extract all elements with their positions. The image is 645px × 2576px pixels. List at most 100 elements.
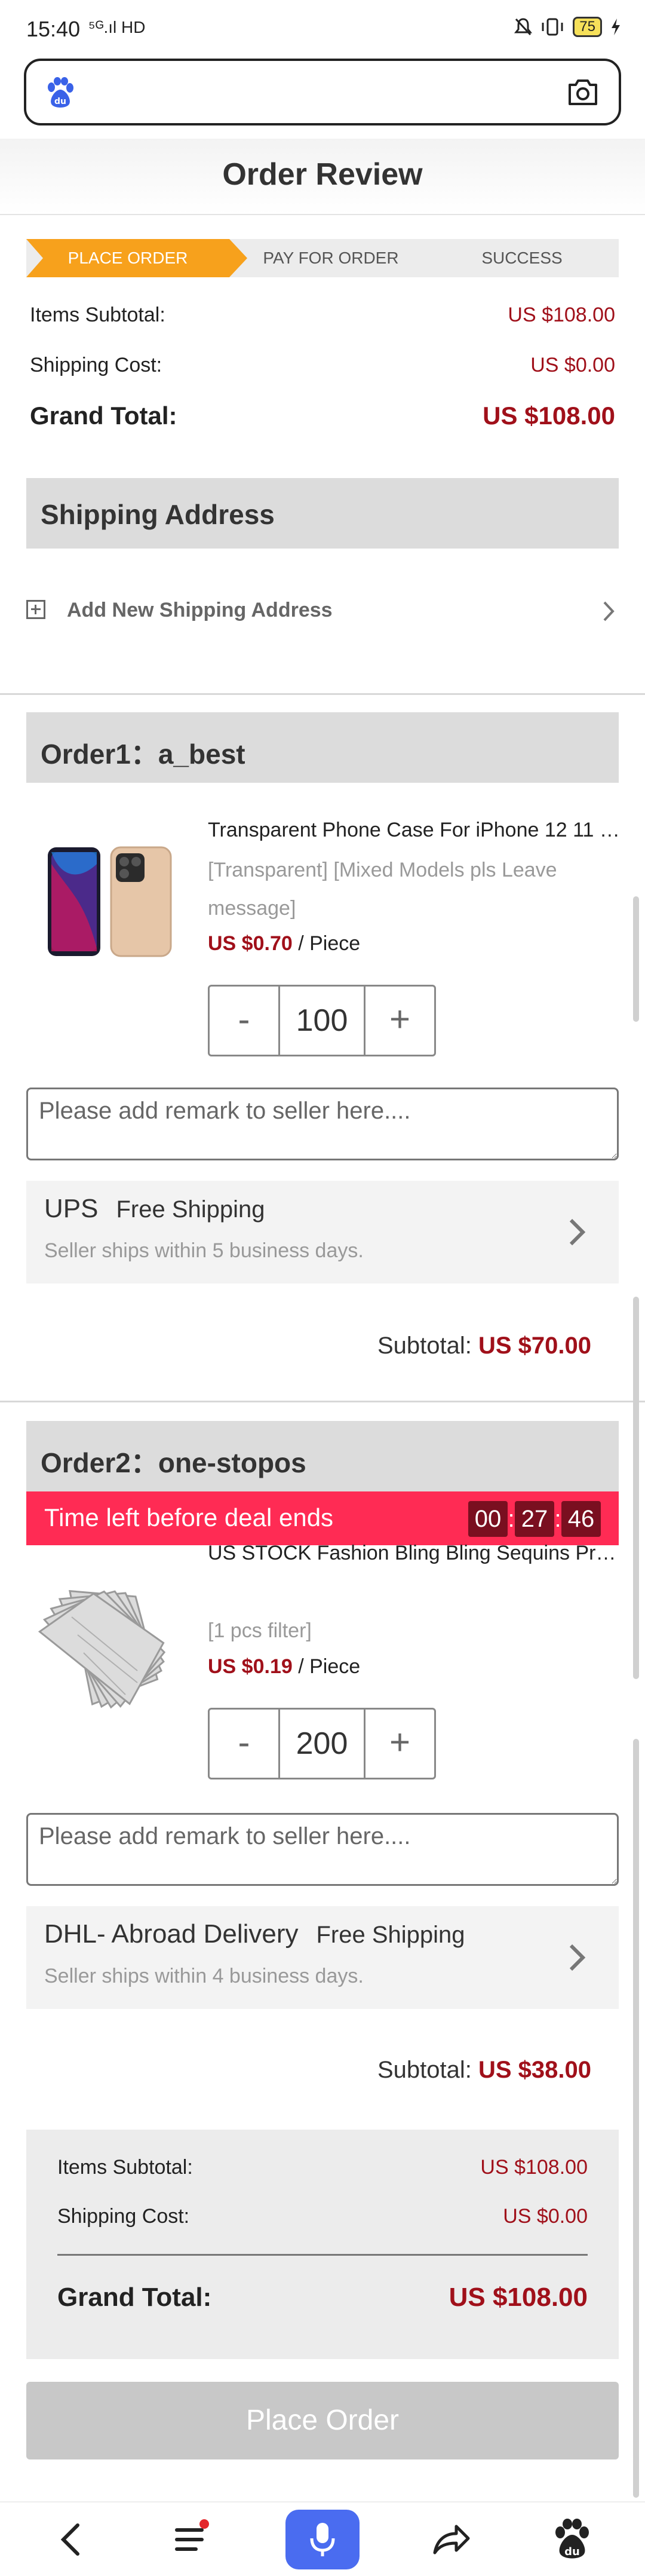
order2-subtotal: Subtotal: US $38.00 [377, 2057, 591, 2084]
order2-carrier-name: DHL- Abroad Delivery [44, 1919, 299, 1949]
items-subtotal-label: Items Subtotal: [30, 304, 165, 326]
deal-timer: 00 : 27 : 46 [468, 1501, 601, 1537]
order1-product-price: US $0.70 / Piece [208, 932, 360, 955]
order1-qty-minus-button[interactable]: - [210, 987, 280, 1055]
order2-quantity-stepper: - 200 + [208, 1708, 436, 1779]
voice-search-button[interactable] [285, 2510, 360, 2569]
step-success: SUCCESS [481, 249, 563, 267]
items-subtotal-row: Items Subtotal: US $108.00 [30, 304, 615, 327]
svg-text:du: du [54, 97, 66, 106]
order1-qty-plus-button[interactable]: + [364, 987, 434, 1055]
step-pay-for-order: PAY FOR ORDER [263, 249, 399, 267]
grand-total-row: Grand Total: US $108.00 [30, 402, 615, 430]
back-icon[interactable] [48, 2516, 96, 2563]
order2-qty-value[interactable]: 200 [280, 1710, 364, 1778]
order1-subtotal-label: Subtotal: [377, 1333, 478, 1359]
camera-icon[interactable] [566, 78, 600, 108]
order2-ship-days: Seller ships within 4 business days. [44, 1965, 364, 1987]
order1-carrier-name: UPS [44, 1194, 99, 1223]
baidu-home-icon[interactable]: du [548, 2516, 596, 2563]
order1-subtotal-value: US $70.00 [478, 1333, 591, 1359]
order1-qty-value[interactable]: 100 [280, 987, 364, 1055]
timer-hours: 00 [468, 1501, 508, 1537]
share-icon[interactable] [426, 2516, 474, 2563]
page-header: Order Review [0, 139, 645, 215]
svg-text:du: du [564, 2546, 580, 2558]
order1-shipping-type: Free Shipping [116, 1196, 265, 1223]
chevron-right-icon [603, 601, 615, 621]
order1-quantity-stepper: - 100 + [208, 985, 436, 1056]
order2-carrier: DHL- Abroad Delivery Free Shipping [44, 1919, 465, 1949]
vibrate-icon [542, 18, 563, 36]
scrollbar-thumb[interactable] [633, 896, 639, 1022]
status-icons: 75 [514, 17, 621, 37]
order1-subtotal: Subtotal: US $70.00 [377, 1333, 591, 1359]
order2-price-value: US $0.19 [208, 1655, 293, 1678]
shipping-address-title: Shipping Address [41, 499, 275, 530]
summary-divider [57, 2254, 588, 2256]
order1-price-unit: / Piece [292, 932, 361, 955]
items-subtotal-value: US $108.00 [508, 304, 615, 326]
bottom-navigation: du [0, 2501, 645, 2576]
summary-items-subtotal-label: Items Subtotal: [57, 2156, 193, 2179]
summary-items-subtotal-row: Items Subtotal: US $108.00 [57, 2156, 588, 2179]
charging-icon [612, 19, 620, 35]
menu-icon[interactable] [168, 2516, 216, 2563]
status-time: 15:40 [26, 17, 81, 41]
order1-carrier: UPS Free Shipping [44, 1194, 265, 1224]
order2-price-unit: / Piece [292, 1655, 361, 1678]
order1-ship-days: Seller ships within 5 business days. [44, 1239, 364, 1262]
timer-separator: : [508, 1505, 515, 1532]
grand-total-value: US $108.00 [483, 402, 615, 430]
shipping-cost-label: Shipping Cost: [30, 354, 162, 376]
order2-shipping-type: Free Shipping [316, 1922, 465, 1948]
summary-shipping-row: Shipping Cost: US $0.00 [57, 2205, 588, 2228]
place-order-button[interactable]: Place Order [26, 2382, 619, 2459]
deal-timer-bar: Time left before deal ends 00 : 27 : 46 [26, 1491, 619, 1545]
summary-shipping-value: US $0.00 [503, 2205, 588, 2228]
order1-product-variant: [Transparent] [Mixed Models pls Leave me… [208, 859, 557, 920]
order1-price-value: US $0.70 [208, 932, 293, 955]
order2-shipping-method[interactable]: DHL- Abroad Delivery Free Shipping Seller… [26, 1906, 619, 2009]
order1-shipping-method[interactable]: UPS Free Shipping Seller ships within 5 b… [26, 1181, 619, 1284]
order2-title: Order2：one-stopos [41, 1447, 306, 1478]
page-title: Order Review [222, 157, 423, 192]
plus-square-icon [26, 600, 45, 619]
order1-product-title[interactable]: Transparent Phone Case For iPhone 12 11 … [208, 819, 626, 842]
order2-product-price: US $0.19 / Piece [208, 1655, 360, 1678]
order2-subtotal-label: Subtotal: [377, 2057, 478, 2083]
scrollbar-thumb[interactable] [633, 1297, 639, 1679]
deal-timer-label: Time left before deal ends [44, 1503, 334, 1531]
order-progress-steps: PLACE ORDER PAY FOR ORDER SUCCESS [26, 239, 619, 277]
order2-qty-plus-button[interactable]: + [364, 1710, 434, 1778]
summary-items-subtotal-value: US $108.00 [480, 2156, 588, 2179]
mask-product-image [38, 1589, 166, 1709]
status-bar: 15:40 ⁵ᴳ.ıl HD 75 [0, 0, 645, 54]
mic-icon [310, 2523, 335, 2556]
search-bar[interactable]: du [24, 59, 621, 125]
section-divider [0, 693, 645, 695]
add-shipping-address-button[interactable]: Add New Shipping Address [26, 592, 619, 633]
order2-product-variant: [1 pcs filter] [208, 1619, 312, 1642]
order1-title: Order1：a_best [41, 739, 245, 770]
shipping-cost-row: Shipping Cost: US $0.00 [30, 354, 615, 377]
summary-grand-total-row: Grand Total: US $108.00 [57, 2283, 588, 2312]
order2-qty-minus-button[interactable]: - [210, 1710, 280, 1778]
summary-grand-total-value: US $108.00 [449, 2283, 588, 2312]
section-divider [0, 1401, 645, 1402]
chevron-right-icon [569, 1218, 586, 1246]
summary-shipping-label: Shipping Cost: [57, 2205, 190, 2228]
order2-subtotal-value: US $38.00 [478, 2057, 591, 2083]
order2-remark-input[interactable] [26, 1813, 619, 1886]
mute-icon [514, 18, 533, 36]
order1-remark-input[interactable] [26, 1088, 619, 1160]
grand-total-label: Grand Total: [30, 402, 177, 430]
timer-seconds: 46 [561, 1501, 601, 1537]
notification-dot [199, 2519, 209, 2529]
order2-header: Order2：one-stopos [26, 1421, 619, 1491]
shipping-address-header: Shipping Address [26, 478, 619, 549]
order-summary: Items Subtotal: US $108.00 Shipping Cost… [26, 2130, 619, 2359]
scrollbar-thumb[interactable] [633, 1739, 639, 2498]
order2-product-title[interactable]: US STOCK Fashion Bling Bling Sequins Pro… [208, 1542, 626, 1565]
battery-icon: 75 [573, 17, 602, 37]
